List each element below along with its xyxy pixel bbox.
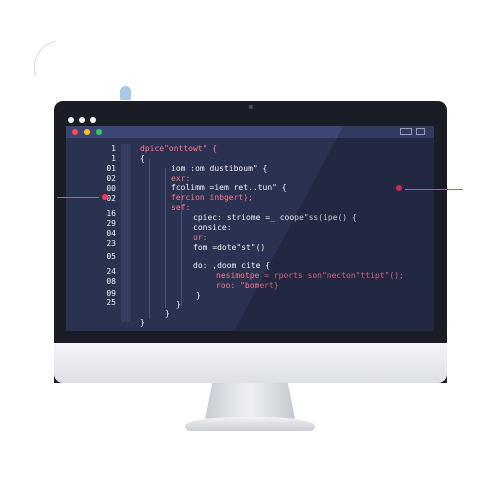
line-number: 23 — [106, 239, 116, 248]
line-number: 1 — [111, 154, 116, 163]
indent-guide — [165, 168, 166, 308]
line-number: 24 — [106, 267, 116, 276]
line-number: 16 — [106, 209, 116, 218]
code-line: do: ,doom cite { — [193, 261, 271, 270]
decorative-connector-line — [57, 197, 99, 198]
webcam-icon — [249, 105, 253, 109]
breakpoint-marker-icon[interactable] — [102, 194, 108, 200]
code-line: } — [196, 291, 201, 300]
code-line: } — [140, 318, 145, 327]
monitor-stand-neck — [205, 383, 295, 419]
line-number: 25 — [106, 298, 116, 307]
decorative-pill-icon — [120, 86, 131, 100]
line-number: 00 — [106, 184, 116, 193]
line-number: 05 — [106, 252, 116, 261]
code-line: exr: — [171, 174, 191, 183]
line-number: 02 — [106, 174, 116, 183]
minimize-window-button[interactable] — [84, 129, 90, 135]
code-line: sef: — [171, 203, 191, 212]
code-line: consice: — [193, 223, 232, 232]
line-number: 29 — [106, 219, 116, 228]
line-number: 08 — [106, 277, 116, 286]
code-line: } — [165, 309, 170, 318]
editor-titlebar — [66, 126, 434, 138]
code-line: } — [176, 300, 181, 309]
breakpoint-marker-icon[interactable] — [396, 185, 402, 191]
bezel-dots — [68, 117, 96, 123]
bezel-dot — [79, 117, 85, 123]
code-line: iom :om dustiboum" { — [171, 164, 268, 173]
line-number: 09 — [106, 289, 116, 298]
code-line: cpiec: striome =_ coope"ss(ipe() { — [193, 213, 357, 222]
line-number: 1 — [111, 144, 116, 153]
bezel-dot — [68, 117, 74, 123]
decorative-arc — [26, 40, 65, 77]
line-number: 01 — [106, 164, 116, 173]
code-line: fcolimm =iem ret..tun" { — [171, 183, 287, 192]
code-line: fom =dote"st"() — [193, 243, 266, 252]
code-line: nesimotpe = rports son"necton"ttipt"(); — [216, 271, 404, 280]
window-restore-icon[interactable] — [400, 128, 412, 135]
monitor-stand-base — [185, 417, 315, 431]
code-fold-gutter — [121, 144, 131, 322]
code-line: { — [140, 154, 145, 163]
indent-guide — [149, 159, 150, 319]
window-tile-icon[interactable] — [416, 128, 425, 135]
bezel-dot — [90, 117, 96, 123]
decorative-connector-line — [405, 189, 463, 190]
close-window-button[interactable] — [72, 129, 78, 135]
monitor-chin — [54, 343, 447, 383]
code-line: dpice"onttowt" { — [140, 144, 218, 153]
code-line: ur: — [193, 233, 208, 242]
code-line: fercion inbgert); — [171, 193, 253, 202]
code-editor-screen: 1 1 01 02 00 02 16 29 04 23 05 24 08 09 … — [66, 126, 434, 331]
code-line: roo: "bomert} — [216, 281, 279, 290]
maximize-window-button[interactable] — [96, 129, 102, 135]
line-number: 04 — [106, 229, 116, 238]
